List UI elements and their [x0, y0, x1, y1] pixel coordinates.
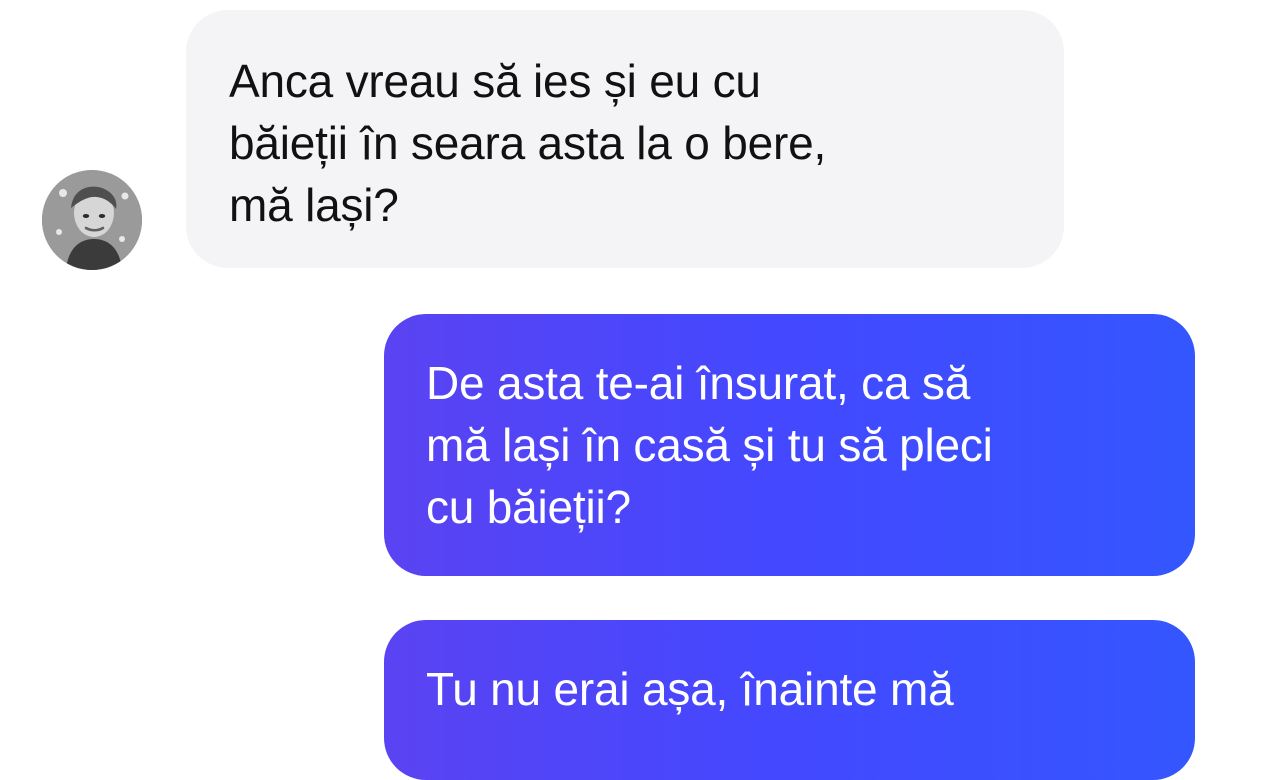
profile-avatar-icon — [42, 170, 142, 270]
message-line: mă lași? — [229, 179, 399, 231]
incoming-message-bubble: Anca vreau să ies și eu cu băieții în se… — [186, 10, 1064, 268]
message-line: cu băieții? — [426, 481, 631, 533]
message-line: mă lași în casă și tu să pleci — [426, 419, 993, 471]
message-line: Tu nu erai așa, înainte mă — [426, 663, 954, 715]
message-line: De asta te-ai însurat, ca să — [426, 357, 971, 409]
outgoing-message-bubble: Tu nu erai așa, înainte mă — [384, 620, 1195, 780]
message-line: băieții în seara asta la o bere, — [229, 117, 827, 169]
outgoing-message-bubble: De asta te-ai însurat, ca să mă lași în … — [384, 314, 1195, 576]
message-line: Anca vreau să ies și eu cu — [229, 55, 761, 107]
chat-thread: Anca vreau să ies și eu cu băieții în se… — [0, 0, 1280, 780]
avatar[interactable] — [42, 170, 142, 270]
